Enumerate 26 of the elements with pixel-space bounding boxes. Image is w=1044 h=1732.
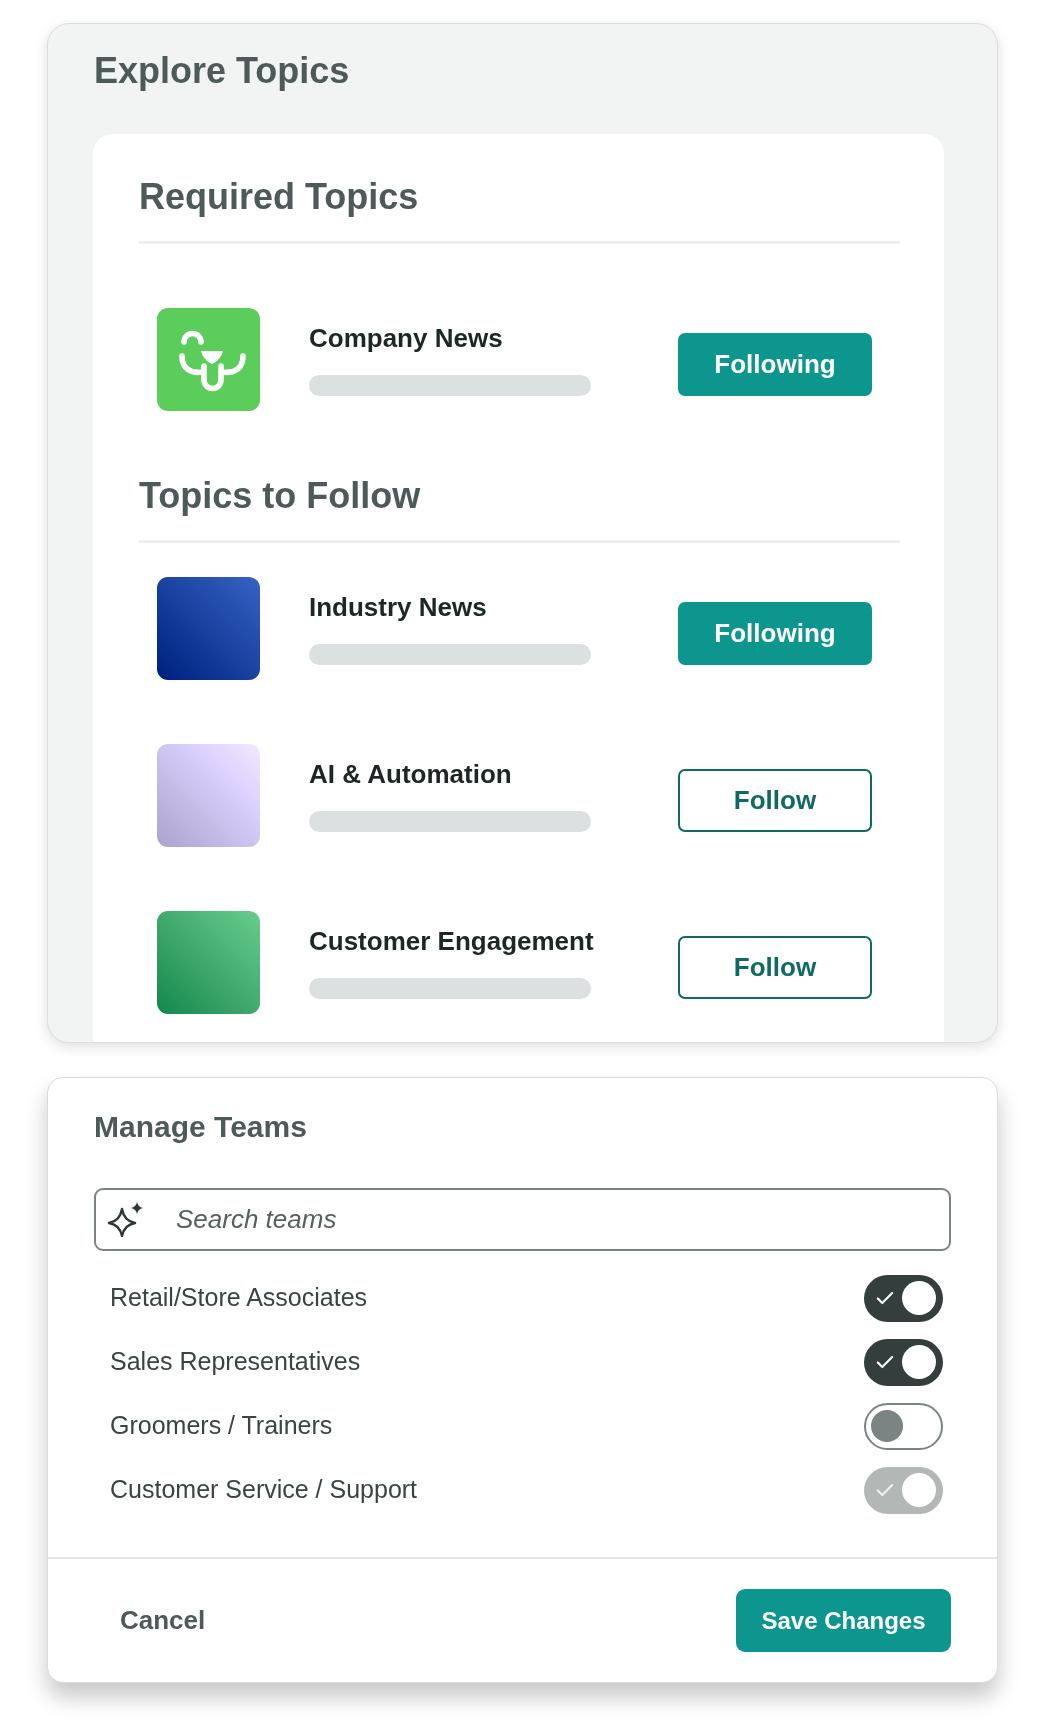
team-name: Customer Service / Support <box>110 1474 418 1506</box>
check-icon <box>876 1290 894 1306</box>
topic-name: Industry News <box>309 592 488 623</box>
team-name: Groomers / Trainers <box>110 1410 333 1442</box>
save-button[interactable]: Save Changes <box>736 1589 951 1652</box>
following-button[interactable]: Following <box>678 602 872 665</box>
topic-name: AI & Automation <box>309 759 513 790</box>
toggle-switch[interactable] <box>864 1402 943 1450</box>
section-heading: Topics to Follow <box>139 474 422 517</box>
toggle-switch[interactable] <box>864 1274 943 1322</box>
search-field[interactable]: Search teams <box>94 1188 951 1251</box>
panel-title: Explore Topics <box>93 49 351 92</box>
topic-name: Company News <box>309 323 504 354</box>
panel-title: Manage Teams <box>93 1109 308 1145</box>
check-icon <box>876 1482 894 1498</box>
team-name: Retail/Store Associates <box>110 1282 368 1314</box>
follow-button[interactable]: Follow <box>678 936 872 999</box>
cancel-button[interactable]: Cancel <box>120 1601 206 1640</box>
toggle-switch[interactable] <box>864 1338 943 1386</box>
topic-name: Customer Engagement <box>309 926 594 957</box>
following-button[interactable]: Following <box>678 333 872 396</box>
sparkle-icon <box>107 1202 144 1237</box>
follow-button[interactable]: Follow <box>678 769 872 832</box>
check-icon <box>876 1354 894 1370</box>
section-heading: Required Topics <box>139 175 420 218</box>
team-name: Sales Representatives <box>110 1346 361 1378</box>
